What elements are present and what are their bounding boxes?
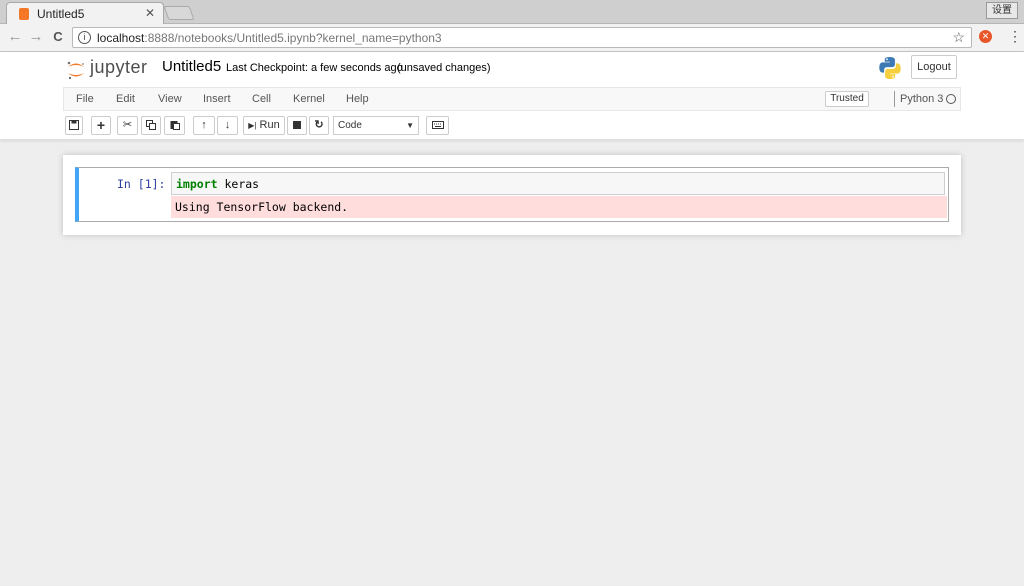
back-arrow-icon[interactable]: ← [6, 28, 24, 46]
site-info-icon[interactable]: i [78, 31, 91, 44]
code-editor[interactable]: import keras [171, 172, 945, 195]
kernel-separator [894, 91, 895, 107]
notebook-header: jupyter Untitled5 Last Checkpoint: a few… [0, 52, 1024, 140]
scissors-icon: ✂ [122, 119, 133, 131]
menu-cell[interactable]: Cell [252, 93, 271, 105]
reload-icon[interactable]: C [49, 28, 67, 46]
browser-tab-strip: Untitled5 ✕ 设置 [0, 0, 1024, 25]
paste-icon [170, 121, 180, 130]
code-text: keras [217, 177, 260, 191]
restart-icon: ↻ [314, 119, 324, 131]
restart-button[interactable]: ↻ [309, 116, 329, 135]
output-text: Using TensorFlow backend. [175, 200, 349, 214]
jupyter-orbit-icon [67, 61, 84, 79]
menu-edit[interactable]: Edit [116, 93, 135, 105]
url-host: localhost [97, 31, 145, 45]
cut-button[interactable]: ✂ [117, 116, 138, 135]
code-line: import keras [176, 177, 259, 191]
run-label: Run [259, 119, 280, 131]
kernel-idle-indicator-icon [946, 94, 956, 104]
menu-insert[interactable]: Insert [203, 93, 231, 105]
copy-icon [146, 120, 156, 130]
notebook-name[interactable]: Untitled5 [162, 58, 221, 75]
menu-view[interactable]: View [158, 93, 182, 105]
extension-icon[interactable]: ✕ [979, 30, 992, 43]
notebook-toolbar: + ✂ ↑ ↓ ▶| Run ↻ Code ▼ [63, 115, 961, 137]
move-up-button[interactable]: ↑ [193, 116, 215, 135]
save-icon [69, 120, 79, 130]
menu-file[interactable]: File [76, 93, 94, 105]
cell-type-value: Code [338, 120, 362, 131]
insert-cell-button[interactable]: + [91, 116, 111, 135]
chevron-down-icon: ▼ [406, 121, 414, 130]
browser-menu-icon[interactable]: ⋮ [1008, 28, 1022, 45]
logout-button[interactable]: Logout [911, 55, 957, 79]
plus-icon: + [96, 117, 106, 133]
input-prompt: In [1]: [117, 177, 166, 191]
move-down-button[interactable]: ↓ [217, 116, 238, 135]
browser-toolbar: ← → C i localhost:8888/notebooks/Untitle… [0, 24, 1024, 52]
interrupt-button[interactable] [287, 116, 307, 135]
arrow-up-icon: ↑ [201, 119, 207, 131]
address-bar[interactable]: i localhost:8888/notebooks/Untitled5.ipy… [72, 27, 972, 48]
keyboard-icon [431, 121, 444, 129]
menu-help[interactable]: Help [346, 93, 369, 105]
tab-close-icon[interactable]: ✕ [145, 6, 155, 20]
stop-icon [293, 121, 301, 129]
jupyter-logo[interactable]: jupyter [66, 57, 156, 81]
tab-title: Untitled5 [37, 7, 85, 21]
checkpoint-status: Last Checkpoint: a few seconds ago [226, 62, 403, 74]
forward-arrow-icon[interactable]: → [27, 28, 45, 46]
copy-button[interactable] [141, 116, 161, 135]
save-button[interactable] [65, 116, 83, 135]
paste-button[interactable] [164, 116, 185, 135]
code-keyword: import [176, 177, 218, 191]
step-forward-icon: ▶| [248, 121, 257, 130]
bookmark-star-icon[interactable]: ☆ [952, 29, 965, 46]
jupyter-wordmark: jupyter [90, 57, 148, 77]
notebook-menubar: File Edit View Insert Cell Kernel Help T… [63, 87, 961, 111]
notebook-container: In [1]: import keras Using TensorFlow ba… [63, 155, 961, 235]
cell-type-select[interactable]: Code ▼ [333, 116, 419, 135]
url-text[interactable]: localhost:8888/notebooks/Untitled5.ipynb… [97, 31, 442, 45]
code-cell[interactable]: In [1]: import keras Using TensorFlow ba… [75, 167, 949, 222]
browser-tab[interactable]: Untitled5 ✕ [6, 2, 164, 25]
stderr-output: Using TensorFlow backend. [171, 196, 947, 218]
menu-kernel[interactable]: Kernel [293, 93, 325, 105]
url-path: :8888/notebooks/Untitled5.ipynb?kernel_n… [144, 31, 442, 45]
profile-button[interactable]: 设置 [986, 2, 1018, 19]
arrow-down-icon: ↓ [224, 119, 231, 131]
trusted-badge[interactable]: Trusted [825, 91, 869, 107]
new-tab-button[interactable] [163, 6, 195, 20]
run-button[interactable]: ▶| Run [243, 116, 285, 135]
autosave-status: (unsaved changes) [397, 62, 491, 74]
kernel-name: Python 3 [900, 93, 944, 105]
python-kernel-icon [879, 57, 901, 79]
notebook-favicon-icon [19, 8, 29, 20]
command-palette-button[interactable] [426, 116, 449, 135]
